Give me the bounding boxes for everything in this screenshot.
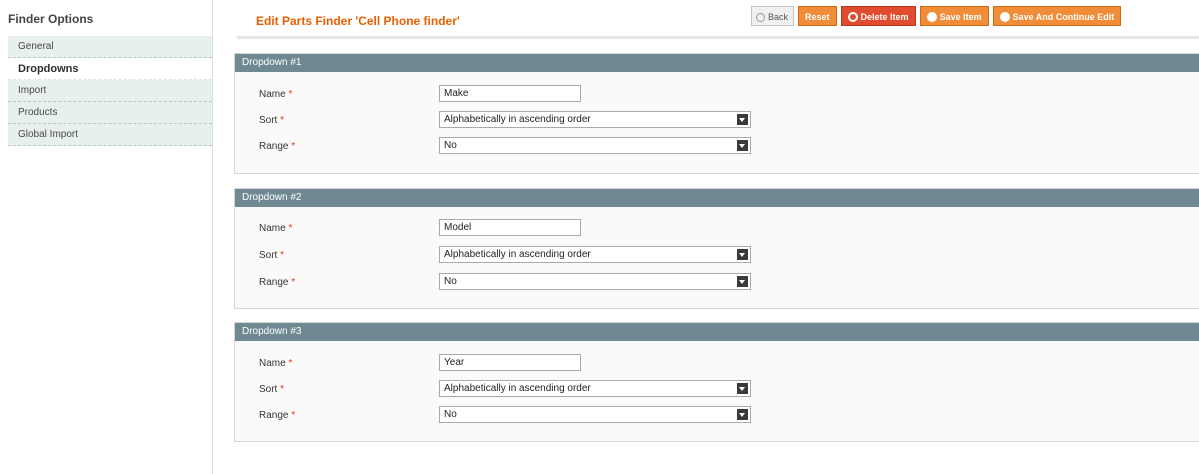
page-title: Edit Parts Finder 'Cell Phone finder' bbox=[256, 14, 460, 28]
back-button[interactable]: Back bbox=[751, 6, 795, 26]
tab-import[interactable]: Import bbox=[8, 80, 212, 102]
required-marker: * bbox=[291, 410, 296, 421]
sort-label: Sort * bbox=[259, 250, 285, 261]
sort-select-value: Alphabetically in ascending order bbox=[444, 249, 591, 260]
sort-select[interactable]: Alphabetically in ascending order bbox=[439, 111, 751, 128]
chevron-down-icon bbox=[737, 409, 748, 420]
name-input[interactable]: Make bbox=[439, 85, 581, 102]
fieldset-heading: Dropdown #2 bbox=[235, 189, 1199, 207]
required-marker: * bbox=[288, 358, 293, 369]
delete-button-label: Delete Item bbox=[860, 12, 909, 22]
range-row: Range * No bbox=[235, 137, 1199, 155]
range-row: Range * No bbox=[235, 273, 1199, 291]
back-button-label: Back bbox=[768, 12, 789, 22]
sort-select-value: Alphabetically in ascending order bbox=[444, 383, 591, 394]
sort-select-value: Alphabetically in ascending order bbox=[444, 114, 591, 125]
sort-select[interactable]: Alphabetically in ascending order bbox=[439, 246, 751, 263]
range-select-value: No bbox=[444, 276, 457, 287]
range-select[interactable]: No bbox=[439, 137, 751, 154]
delete-icon bbox=[847, 12, 858, 22]
action-buttons: Back Reset Delete Item Save Item Save And Co… bbox=[751, 6, 1125, 26]
name-label: Name * bbox=[259, 223, 293, 234]
name-row: Name * Make bbox=[235, 85, 1199, 103]
sidebar-divider bbox=[212, 0, 213, 474]
save-button[interactable]: Save Item bbox=[919, 6, 989, 26]
required-marker: * bbox=[280, 250, 285, 261]
fieldset-heading: Dropdown #3 bbox=[235, 323, 1199, 341]
delete-button[interactable]: Delete Item bbox=[840, 6, 916, 26]
range-select[interactable]: No bbox=[439, 273, 751, 290]
sort-label: Sort * bbox=[259, 384, 285, 395]
sort-label: Sort * bbox=[259, 115, 285, 126]
title-underline bbox=[237, 36, 1199, 39]
range-select-value: No bbox=[444, 409, 457, 420]
range-label: Range * bbox=[259, 141, 296, 152]
name-row: Name * Model bbox=[235, 219, 1199, 237]
sort-row: Sort * Alphabetically in ascending order bbox=[235, 111, 1199, 129]
name-row: Name * Year bbox=[235, 354, 1199, 372]
required-marker: * bbox=[288, 223, 293, 234]
sort-row: Sort * Alphabetically in ascending order bbox=[235, 380, 1199, 398]
range-select-value: No bbox=[444, 140, 457, 151]
fieldset-heading: Dropdown #1 bbox=[235, 54, 1199, 72]
sort-select[interactable]: Alphabetically in ascending order bbox=[439, 380, 751, 397]
chevron-down-icon bbox=[737, 276, 748, 287]
dropdown-fieldset-2: Dropdown #2 Name * Model Sort * Alphabet… bbox=[234, 188, 1199, 309]
chevron-down-icon bbox=[737, 383, 748, 394]
tab-dropdowns[interactable]: Dropdowns bbox=[8, 58, 212, 80]
name-input[interactable]: Year bbox=[439, 354, 581, 371]
required-marker: * bbox=[280, 115, 285, 126]
save-continue-check-icon bbox=[999, 12, 1010, 22]
save-continue-button[interactable]: Save And Continue Edit bbox=[992, 6, 1122, 26]
sidebar-title: Finder Options bbox=[8, 12, 94, 26]
sort-row: Sort * Alphabetically in ascending order bbox=[235, 246, 1199, 264]
range-label: Range * bbox=[259, 277, 296, 288]
sidebar-tabs: General Dropdowns Import Products Global… bbox=[8, 36, 212, 146]
dropdown-fieldset-1: Dropdown #1 Name * Make Sort * Alphabeti… bbox=[234, 53, 1199, 174]
required-marker: * bbox=[291, 141, 296, 152]
save-check-icon bbox=[926, 12, 937, 22]
dropdown-fieldset-3: Dropdown #3 Name * Year Sort * Alphabeti… bbox=[234, 322, 1199, 442]
name-label: Name * bbox=[259, 358, 293, 369]
range-label: Range * bbox=[259, 410, 296, 421]
save-button-label: Save Item bbox=[939, 12, 982, 22]
tab-general[interactable]: General bbox=[8, 36, 212, 58]
chevron-down-icon bbox=[737, 249, 748, 260]
back-arrow-icon bbox=[756, 13, 765, 22]
required-marker: * bbox=[280, 384, 285, 395]
chevron-down-icon bbox=[737, 114, 748, 125]
chevron-down-icon bbox=[737, 140, 748, 151]
tab-products[interactable]: Products bbox=[8, 102, 212, 124]
name-input[interactable]: Model bbox=[439, 219, 581, 236]
range-select[interactable]: No bbox=[439, 406, 751, 423]
required-marker: * bbox=[288, 89, 293, 100]
range-row: Range * No bbox=[235, 406, 1199, 424]
name-label: Name * bbox=[259, 89, 293, 100]
reset-button[interactable]: Reset bbox=[798, 6, 837, 26]
tab-global-import[interactable]: Global Import bbox=[8, 124, 212, 146]
save-continue-button-label: Save And Continue Edit bbox=[1012, 12, 1115, 22]
required-marker: * bbox=[291, 277, 296, 288]
